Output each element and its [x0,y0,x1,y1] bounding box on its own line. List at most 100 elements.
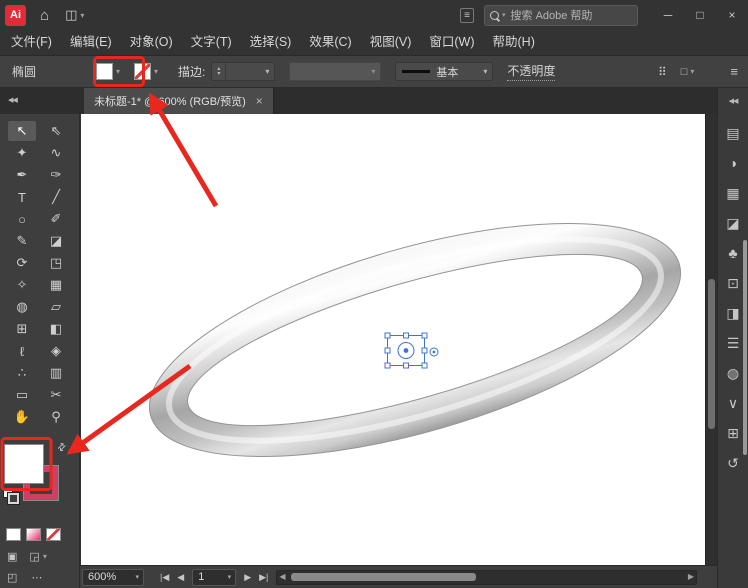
artboard-select[interactable]: 1 ▾ [192,569,236,586]
column-graph-tool[interactable]: ▥ [42,363,70,383]
minimize-button[interactable]: ─ [652,0,684,30]
dock-scrollbar[interactable] [743,240,747,455]
stroke-none-swatch[interactable] [134,63,151,80]
last-artboard-button[interactable]: ▶| [259,572,268,583]
selection-tool[interactable]: ↖ [8,121,36,141]
chevron-down-icon: ▾ [80,11,84,20]
menu-item-0[interactable]: 文件(F) [2,30,61,55]
none-mode-button[interactable] [46,528,61,541]
edit-toolbar-icon[interactable]: ⋯ [31,571,42,584]
scroll-left-icon[interactable]: ◀ [279,571,285,583]
document-tab[interactable]: 未标题-1* @ 600% (RGB/预览) × [84,88,274,114]
perspective-grid-tool[interactable]: ▱ [42,297,70,317]
symbol-sprayer-tool[interactable]: ∴ [8,363,36,383]
eyedropper-tool[interactable]: ℓ [8,341,36,361]
type-tool[interactable]: T [8,187,36,207]
mesh-tool[interactable]: ⊞ [8,319,36,339]
toolbar-collapse-icon[interactable]: ◀◀ [8,88,17,114]
rotate-tool[interactable]: ⟳ [8,253,36,273]
pencil-tool[interactable]: ✎ [8,231,36,251]
lasso-tool[interactable]: ∿ [42,143,70,163]
chevron-down-icon: ▾ [116,67,120,76]
scroll-right-icon[interactable]: ▶ [688,571,694,583]
chevron-down-icon[interactable]: ▾ [478,67,492,76]
menu-item-3[interactable]: 文字(T) [182,30,241,55]
menu-item-5[interactable]: 效果(C) [300,30,360,55]
selection-indicator[interactable] [385,333,438,368]
free-transform-tool[interactable]: ▦ [42,275,70,295]
horizontal-scrollbar[interactable]: ◀ ▶ [276,570,697,585]
color-panel[interactable]: ◑ [720,148,746,178]
dock-expand-icon[interactable]: ◀◀ [718,88,748,114]
change-screen-mode-icon[interactable]: ◰ [7,571,17,584]
line-segment-tool[interactable]: ╱ [42,187,70,207]
swatches-panel[interactable]: ▦ [720,178,746,208]
grid-options-icon[interactable]: ⠿ [658,65,667,79]
menu-item-6[interactable]: 视图(V) [361,30,421,55]
ring-artwork[interactable] [125,176,704,504]
first-artboard-button[interactable]: |◀ [160,572,169,583]
stroke-color-control[interactable]: ▾ [134,63,158,80]
properties-panel[interactable]: ▤ [720,118,746,148]
fill-swatch[interactable] [96,63,113,80]
menu-item-8[interactable]: 帮助(H) [484,30,544,55]
gradient-tool[interactable]: ◧ [42,319,70,339]
horizontal-scrollbar-thumb[interactable] [291,573,476,581]
direct-selection-tool[interactable]: ⇖ [42,121,70,141]
vertical-scrollbar[interactable] [705,114,717,565]
draw-normal-icon[interactable]: ▣ [7,550,17,563]
curvature-tool[interactable]: ✑ [42,165,70,185]
chevron-down-icon: ▾ [43,552,47,561]
swap-fill-stroke-icon[interactable]: ⇄ [55,441,69,455]
canvas-artboard[interactable] [81,114,705,565]
ellipse-tool[interactable]: ○ [8,209,36,229]
select-similar-icon: □ [681,66,688,78]
tab-close-icon[interactable]: × [256,94,263,108]
close-button[interactable]: × [716,0,748,30]
search-input[interactable]: ▾ 搜索 Adobe 帮助 [484,5,638,26]
screen-mode-control[interactable]: ◲ ▾ [29,550,46,563]
chevron-down-icon[interactable]: ▾ [260,67,274,76]
pen-tool[interactable]: ✒ [8,165,36,185]
eraser-tool[interactable]: ◪ [42,231,70,251]
chevron-down-icon: ▾ [366,67,380,76]
arrange-documents-icon[interactable]: ≡ [460,8,474,23]
gradient-mode-button[interactable] [26,528,41,541]
maximize-button[interactable]: □ [684,0,716,30]
stroke-style-select[interactable]: 基本 ▾ [395,62,493,81]
scale-tool[interactable]: ◳ [42,253,70,273]
stroke-style-value: 基本 [436,64,478,80]
hand-tool[interactable]: ✋ [8,407,36,427]
fill-color-control[interactable]: ▾ [96,63,120,80]
vertical-scrollbar-thumb[interactable] [708,279,715,429]
menu-item-2[interactable]: 对象(O) [121,30,182,55]
next-artboard-button[interactable]: ▶ [244,572,251,583]
stroke-weight-stepper[interactable]: ▴ ▾ ▾ [211,62,275,81]
artboard-number: 1 [193,571,227,583]
color-mode-button[interactable] [6,528,21,541]
home-icon[interactable]: ⌂ [40,7,49,24]
default-fill-stroke-icon[interactable] [3,488,18,503]
zoom-select[interactable]: 600% ▾ [82,569,144,586]
artboard-tool[interactable]: ▭ [8,385,36,405]
width-tool[interactable]: ✧ [8,275,36,295]
magic-wand-tool[interactable]: ✦ [8,143,36,163]
menu-item-7[interactable]: 窗口(W) [420,30,483,55]
stepper-down-icon[interactable]: ▾ [217,72,220,77]
gradient-panel[interactable]: ◪ [720,208,746,238]
select-similar-control[interactable]: □ ▾ [681,66,695,78]
paintbrush-tool[interactable]: ✐ [42,209,70,229]
shape-builder-tool[interactable]: ◍ [8,297,36,317]
menu-item-1[interactable]: 编辑(E) [61,30,121,55]
menu-item-4[interactable]: 选择(S) [241,30,301,55]
blend-tool[interactable]: ◈ [42,341,70,361]
artboard-navigation: |◀ ◀ 1 ▾ ▶ ▶| [160,569,268,586]
opacity-link[interactable]: 不透明度 [507,62,555,81]
panel-menu-icon[interactable]: ≡ [730,64,738,79]
slice-tool[interactable]: ✂ [42,385,70,405]
previous-artboard-button[interactable]: ◀ [177,572,184,583]
workspace-switcher[interactable]: ◫ ▾ [65,7,84,23]
zoom-tool[interactable]: ⚲ [42,407,70,427]
fill-proxy-swatch[interactable] [4,444,44,484]
document-tab-title: 未标题-1* @ 600% (RGB/预览) [94,93,246,109]
